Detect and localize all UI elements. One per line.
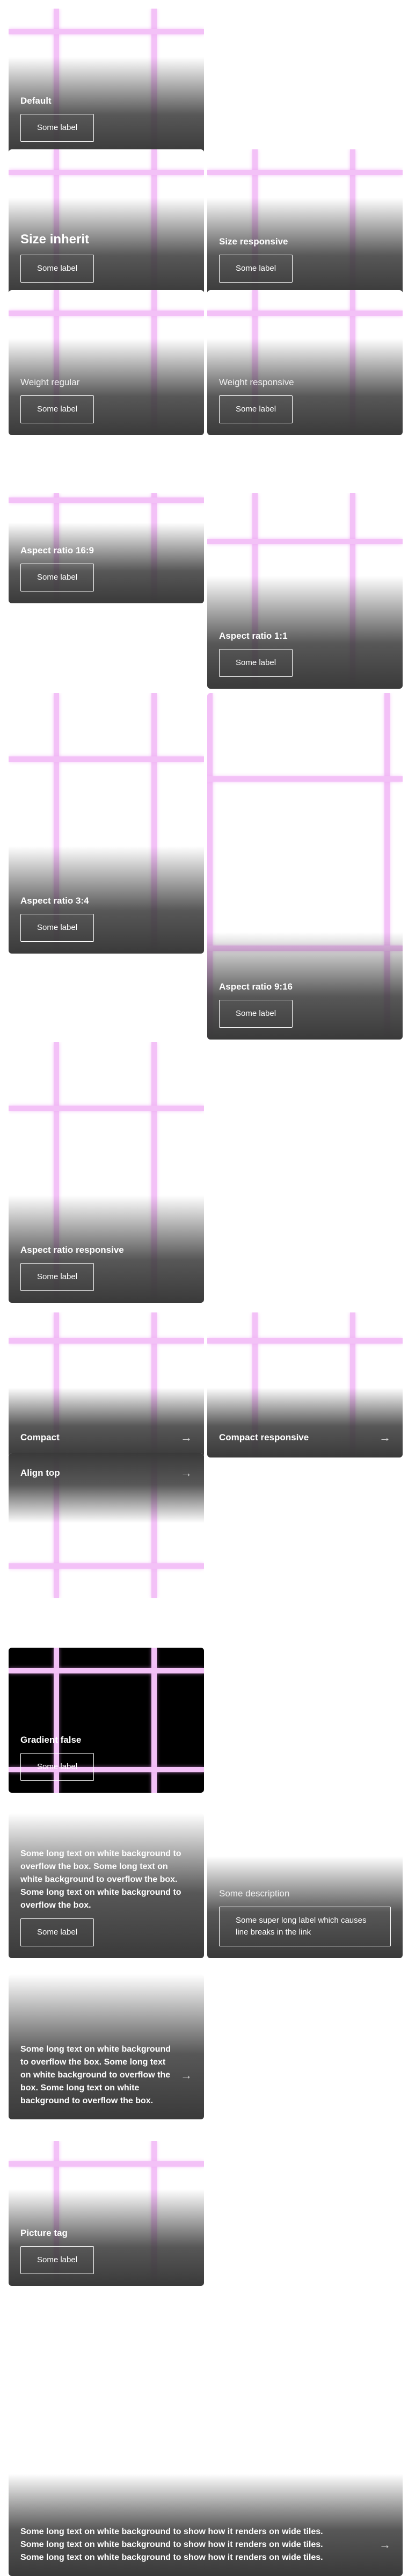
some-label-link[interactable]: Some label (20, 2246, 94, 2274)
link-tile-aspect-3-4: Aspect ratio 3:4 Some label (9, 693, 204, 954)
link-tile-picture-tag: Picture tag Some label (9, 2141, 204, 2286)
link-tile-compact-responsive[interactable]: Compact responsive → (207, 1312, 403, 1457)
link-tile-long-text: Some long text on white background to ov… (9, 1813, 204, 1958)
link-tile-aspect-responsive: Aspect ratio responsive Some label (9, 1042, 204, 1303)
link-tile-long-text-compact[interactable]: Some long text on white background to ov… (9, 1974, 204, 2119)
some-label-link[interactable]: Some label (20, 914, 94, 942)
link-tile-aspect-1-1: Aspect ratio 1:1 Some label (207, 493, 403, 689)
tile-title: Size inherit (20, 232, 90, 247)
tile-title: Aspect ratio 16:9 (20, 545, 94, 556)
tile-title: Aspect ratio responsive (20, 1245, 124, 1255)
tile-title: Weight regular (20, 377, 80, 388)
tile-title: Some long text on white background to ov… (20, 1849, 181, 1910)
link-tile-wide[interactable]: Some long text on white background to sh… (9, 2442, 403, 2576)
arrow-right-icon: → (379, 2538, 391, 2551)
tile-title: Compact responsive (219, 1432, 309, 1443)
link-tile-default: Default Some label (9, 9, 204, 154)
super-long-label-link[interactable]: Some super long label which causes line … (219, 1907, 391, 1946)
link-tile-aspect-9-16: Aspect ratio 9:16 Some label (207, 693, 403, 1040)
tile-title: Some description (219, 1888, 290, 1899)
tile-title: Size responsive (219, 236, 288, 247)
tile-title: Aspect ratio 3:4 (20, 896, 89, 906)
arrow-right-icon: → (379, 1431, 391, 1444)
link-tile-gradient-false: Gradient false Some label (9, 1648, 204, 1793)
link-tile-compact[interactable]: Compact → (9, 1312, 204, 1457)
tile-title: Aspect ratio 9:16 (219, 982, 293, 992)
tile-title: Picture tag (20, 2228, 68, 2239)
some-label-link[interactable]: Some label (20, 564, 94, 591)
arrow-right-icon: → (180, 1466, 192, 1480)
link-tile-some-description: Some description Some super long label w… (207, 1813, 403, 1958)
link-tile-aspect-16-9: Aspect ratio 16:9 Some label (9, 493, 204, 603)
link-tile-size-responsive: Size responsive Some label (207, 149, 403, 294)
arrow-right-icon: → (180, 2068, 192, 2082)
link-tile-weight-regular: Weight regular Some label (9, 290, 204, 435)
some-label-link[interactable]: Some label (20, 395, 94, 423)
link-tile-align-top[interactable]: Align top → (9, 1453, 204, 1598)
some-label-link[interactable]: Some label (20, 1918, 94, 1946)
tile-title: Some long text on white background to ov… (20, 2045, 171, 2105)
link-tile-size-inherit: Size inherit Some label (9, 149, 204, 294)
some-label-link[interactable]: Some label (219, 649, 293, 677)
some-label-link[interactable]: Some label (20, 114, 94, 142)
tile-title: Align top (20, 1468, 60, 1478)
some-label-link[interactable]: Some label (219, 1000, 293, 1028)
link-tile-weight-responsive: Weight responsive Some label (207, 290, 403, 435)
some-label-link[interactable]: Some label (219, 255, 293, 283)
tile-title: Weight responsive (219, 377, 294, 388)
tile-title: Some long text on white background to sh… (20, 2527, 323, 2562)
some-label-link[interactable]: Some label (20, 1753, 94, 1781)
tile-title: Default (20, 96, 52, 106)
tile-title: Aspect ratio 1:1 (219, 631, 288, 641)
tile-title: Compact (20, 1432, 60, 1443)
some-label-link[interactable]: Some label (219, 395, 293, 423)
tile-title: Gradient false (20, 1735, 82, 1745)
arrow-right-icon: → (180, 1431, 192, 1444)
some-label-link[interactable]: Some label (20, 1263, 94, 1291)
some-label-link[interactable]: Some label (20, 255, 94, 283)
